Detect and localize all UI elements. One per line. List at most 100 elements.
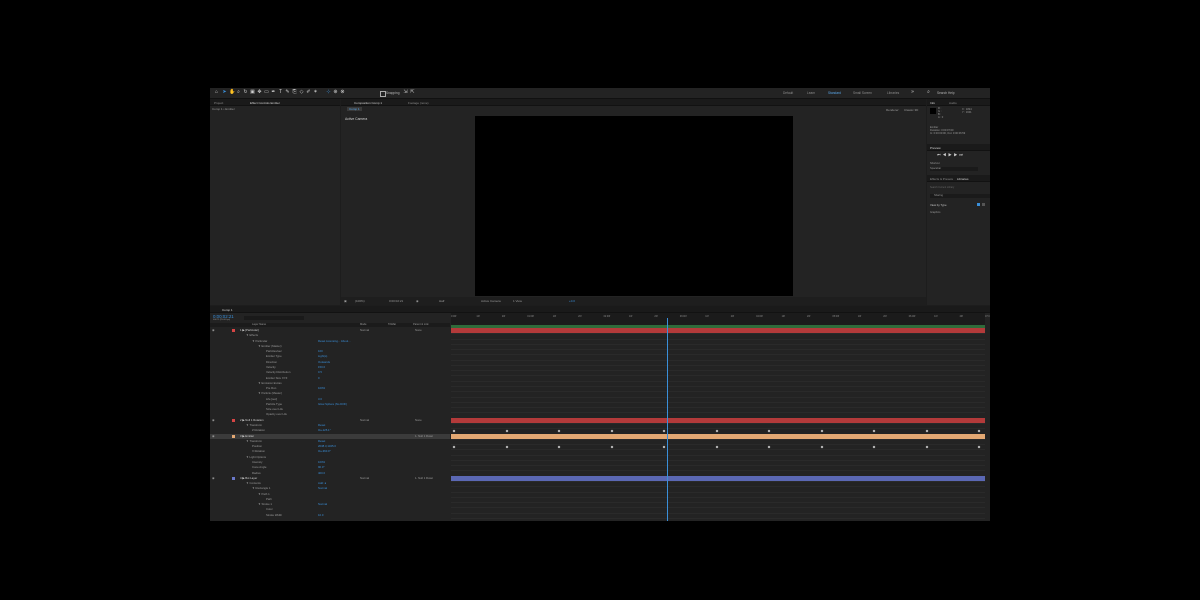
ruler-tick-label: 0:00f: [451, 315, 457, 318]
more-workspaces-icon[interactable]: »: [910, 90, 915, 95]
left-panel-tabbar: Project Effect Controls Emitter: [210, 99, 340, 106]
local-axis-icon[interactable]: ⊹: [326, 90, 331, 95]
property-row[interactable]: Stroke Width 10.0: [210, 513, 450, 518]
ruler-tick-label: 01:00f: [527, 315, 534, 318]
ruler-tick-label: 20f: [578, 315, 582, 318]
ruler-tick-label: 20f: [807, 315, 811, 318]
tab-footage[interactable]: Footage (none): [408, 101, 429, 105]
current-time[interactable]: 0:00:02:21: [389, 297, 403, 305]
pan-behind-tool-icon[interactable]: ✥: [257, 90, 262, 95]
ruler-tick-label: 06:00f: [908, 315, 916, 318]
snapshot-icon[interactable]: ◉: [416, 297, 419, 305]
keyframe-marker[interactable]: [820, 445, 823, 449]
keyframe-marker[interactable]: [820, 429, 823, 433]
timeline-search-input[interactable]: [244, 316, 304, 320]
keyframe-marker[interactable]: [505, 445, 508, 449]
library-dropdown[interactable]: Sharing: [930, 194, 990, 198]
keyframe-marker[interactable]: [610, 429, 613, 433]
rotate-tool-icon[interactable]: ↻: [243, 90, 248, 95]
tab-audio[interactable]: Audio: [949, 101, 957, 105]
keyframe-marker[interactable]: [925, 429, 928, 433]
effect-controls-breadcrumb: Comp 1 • Emitter: [212, 107, 235, 111]
list-view-icon[interactable]: [982, 203, 985, 206]
zoom-tool-icon[interactable]: ⌕: [236, 90, 241, 95]
ruler-tick-label: 04:00f: [756, 315, 763, 318]
preview-controls[interactable]: ⏮◀▶▶⏭: [937, 152, 965, 157]
tab-info[interactable]: Info: [930, 101, 935, 105]
tab-project[interactable]: Project: [214, 101, 223, 105]
label-color-swatch[interactable]: [232, 476, 235, 480]
renderer-value[interactable]: Classic 3D: [904, 108, 918, 112]
keyframe-marker[interactable]: [610, 445, 613, 449]
snap-icon[interactable]: ⇲: [403, 90, 408, 95]
eraser-tool-icon[interactable]: ◇: [299, 90, 304, 95]
pen-tool-icon[interactable]: ✒: [271, 90, 276, 95]
keyframe-marker[interactable]: [505, 429, 508, 433]
clone-stamp-tool-icon[interactable]: ⎘: [292, 90, 297, 95]
col-trkmat[interactable]: TrkMat: [388, 323, 396, 327]
brush-tool-icon[interactable]: ✎: [285, 90, 290, 95]
zoom-dropdown[interactable]: (100%): [355, 297, 365, 305]
hand-tool-icon[interactable]: ✋: [229, 90, 235, 95]
row-label: Stroke Width: [266, 512, 283, 517]
search-help-field[interactable]: Search Help: [937, 91, 955, 95]
col-parent[interactable]: Parent & Link: [413, 323, 429, 327]
current-time-indicator[interactable]: [667, 318, 668, 521]
info-y: Y : 1601: [962, 111, 972, 114]
workspace-default[interactable]: Default: [783, 91, 793, 95]
shortcut-label: Shortcut: [930, 162, 940, 165]
mask-tool-icon[interactable]: ▭: [264, 90, 269, 95]
timeline-tabbar: Comp 1: [210, 306, 990, 313]
grid-view-icon[interactable]: [977, 203, 980, 206]
tab-effect-controls[interactable]: Effect Controls Emitter: [250, 101, 280, 105]
tab-libraries[interactable]: Libraries: [957, 177, 969, 181]
tab-comp-timeline[interactable]: Comp 1: [222, 308, 233, 312]
tab-composition[interactable]: Composition Comp 1: [354, 101, 382, 105]
label-color-swatch[interactable]: [232, 434, 235, 438]
active-camera-label: Active Camera: [345, 117, 368, 121]
property-track[interactable]: [451, 513, 985, 519]
col-layer-name[interactable]: Layer Name: [252, 323, 266, 327]
workspace-small-screen[interactable]: Small Screen: [853, 91, 872, 95]
comp-footer-bar: ▣ (100%) 0:00:02:21 ◉ Half Active Camera…: [341, 297, 926, 305]
comp-panel-tabbar: Composition Comp 1 Footage (none): [341, 99, 926, 106]
workspace-learn[interactable]: Learn: [807, 91, 815, 95]
keyframe-marker[interactable]: [925, 445, 928, 449]
ruler-tick-label: 10f: [629, 315, 633, 318]
world-axis-icon[interactable]: ⊕: [333, 90, 338, 95]
selection-tool-icon[interactable]: ➤: [222, 90, 227, 95]
search-icon[interactable]: ⌕: [926, 90, 931, 95]
camera-tool-icon[interactable]: ▣: [250, 90, 255, 95]
library-section: Graphics: [930, 211, 941, 214]
keyframe-marker[interactable]: [715, 445, 718, 449]
always-preview-icon[interactable]: ▣: [344, 297, 347, 305]
view-dropdown[interactable]: Active Camera: [481, 297, 501, 305]
keyframe-marker[interactable]: [715, 429, 718, 433]
label-color-swatch[interactable]: [232, 418, 235, 422]
resolution-dropdown[interactable]: Half: [439, 297, 444, 305]
composition-viewer[interactable]: [475, 116, 793, 296]
snap-options-icon[interactable]: ⇱: [410, 90, 415, 95]
col-mode[interactable]: Mode: [360, 323, 367, 327]
view-axis-icon[interactable]: ⊗: [340, 90, 345, 95]
workspace-libraries[interactable]: Libraries: [887, 91, 899, 95]
label-color-swatch[interactable]: [232, 329, 235, 333]
tab-preview[interactable]: Preview: [930, 146, 941, 150]
views-dropdown[interactable]: 1 View: [513, 297, 522, 305]
comp-chip[interactable]: Comp 1: [347, 107, 362, 111]
composition-panel: Composition Comp 1 Footage (none) Comp 1…: [341, 99, 926, 305]
timeline-column-headers: Layer Name Mode TrkMat Parent & Link: [210, 323, 450, 327]
property-value[interactable]: 10.0: [318, 513, 323, 518]
puppet-tool-icon[interactable]: ✶: [313, 90, 318, 95]
tab-effects-presets[interactable]: Effects & Presets: [930, 177, 953, 181]
ruler-tick-label: 07:0: [985, 315, 990, 318]
roto-brush-tool-icon[interactable]: ✐: [306, 90, 311, 95]
library-search[interactable]: Search Current Library: [930, 186, 954, 189]
view-by-type[interactable]: View by Type: [930, 203, 947, 207]
text-tool-icon[interactable]: T: [278, 90, 283, 95]
shortcut-dropdown[interactable]: Spacebar: [930, 167, 978, 171]
exposure-value[interactable]: +0.0: [569, 297, 575, 305]
ruler-tick-label: 10f: [476, 315, 480, 318]
home-icon[interactable]: ⌂: [214, 90, 219, 95]
workspace-standard[interactable]: Standard: [828, 91, 841, 95]
